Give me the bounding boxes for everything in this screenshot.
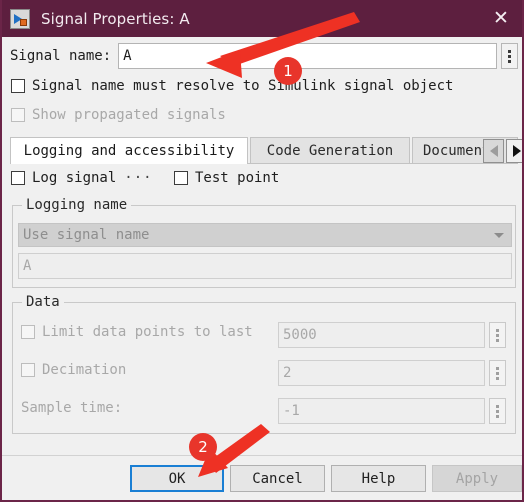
log-signal-options-icon[interactable]: ··· bbox=[124, 170, 152, 186]
decimation-label: Decimation bbox=[42, 362, 127, 378]
sample-time-input: -1 bbox=[278, 398, 485, 424]
signal-name-more-button[interactable] bbox=[501, 43, 518, 69]
data-group: Data Limit data points to last 5000 Deci… bbox=[12, 294, 516, 434]
tab-strip: Logging and accessibility Code Generatio… bbox=[10, 137, 522, 164]
test-point-label: Test point bbox=[195, 170, 280, 186]
decimation-input: 2 bbox=[278, 360, 485, 386]
limit-data-points-input: 5000 bbox=[278, 322, 485, 348]
limit-data-points-more-button bbox=[489, 322, 506, 348]
tab-logging-and-accessibility[interactable]: Logging and accessibility bbox=[10, 137, 248, 164]
window-title: Signal Properties: A bbox=[41, 9, 190, 28]
log-signal-label: Log signal bbox=[32, 170, 117, 186]
test-point-row[interactable]: Test point bbox=[174, 170, 279, 186]
chevron-down-icon bbox=[494, 233, 504, 238]
signal-name-row: Signal name: A bbox=[10, 43, 518, 69]
signal-name-input[interactable]: A bbox=[118, 43, 497, 69]
apply-button: Apply bbox=[432, 465, 522, 492]
decimation-more-button bbox=[489, 360, 506, 386]
signal-name-label: Signal name: bbox=[10, 48, 112, 64]
logging-name-mode-value: Use signal name bbox=[23, 227, 150, 243]
dialog-button-bar: OK Cancel Help Apply bbox=[2, 455, 522, 500]
annotation-badge-2: 2 bbox=[189, 433, 217, 461]
resolve-to-signal-object-row[interactable]: Signal name must resolve to Simulink sig… bbox=[11, 78, 453, 94]
show-propagated-signals-checkbox bbox=[11, 108, 25, 122]
annotation-badge-1: 1 bbox=[274, 57, 302, 85]
signal-properties-dialog: Signal Properties: A ✕ Signal name: A Si… bbox=[0, 0, 524, 502]
logging-name-mode-dropdown: Use signal name bbox=[18, 223, 512, 247]
limit-data-points-checkbox bbox=[21, 325, 35, 339]
close-icon[interactable]: ✕ bbox=[488, 6, 514, 32]
logging-name-group: Logging name Use signal name A bbox=[12, 197, 516, 288]
decimation-row: Decimation bbox=[21, 362, 126, 378]
sample-time-label: Sample time: bbox=[21, 400, 123, 416]
tab-scroll-left-icon[interactable] bbox=[483, 139, 504, 163]
cancel-button[interactable]: Cancel bbox=[230, 465, 325, 492]
limit-data-points-row: Limit data points to last bbox=[21, 324, 253, 340]
decimation-checkbox bbox=[21, 363, 35, 377]
tab-scroll-right-icon[interactable] bbox=[506, 139, 522, 163]
simulink-signal-icon bbox=[10, 8, 30, 29]
log-signal-checkbox[interactable] bbox=[11, 171, 25, 185]
ok-button[interactable]: OK bbox=[130, 465, 224, 492]
log-signal-row[interactable]: Log signal ··· bbox=[11, 170, 153, 186]
show-propagated-signals-row: Show propagated signals bbox=[11, 107, 226, 123]
logging-name-input: A bbox=[18, 253, 512, 279]
resolve-to-signal-object-label: Signal name must resolve to Simulink sig… bbox=[32, 78, 454, 94]
data-group-label: Data bbox=[22, 294, 64, 310]
limit-data-points-label: Limit data points to last bbox=[42, 324, 253, 340]
logging-name-group-label: Logging name bbox=[22, 197, 132, 213]
title-bar: Signal Properties: A ✕ bbox=[2, 0, 522, 37]
resolve-to-signal-object-checkbox[interactable] bbox=[11, 79, 25, 93]
test-point-checkbox[interactable] bbox=[174, 171, 188, 185]
help-button[interactable]: Help bbox=[331, 465, 426, 492]
tab-code-generation[interactable]: Code Generation bbox=[250, 137, 410, 164]
sample-time-more-button bbox=[489, 398, 506, 424]
show-propagated-signals-label: Show propagated signals bbox=[32, 107, 226, 123]
sample-time-row: Sample time: bbox=[21, 400, 122, 416]
